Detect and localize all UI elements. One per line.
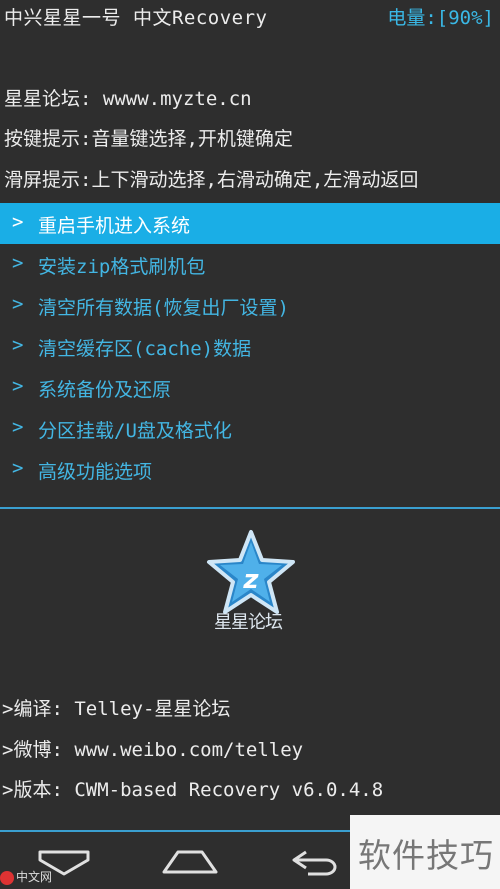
compiler-info: >编译: Telley-星星论坛 [2, 698, 231, 720]
menu-item-install-zip[interactable]: > 安装zip格式刷机包 [0, 244, 500, 285]
watermark-badge-icon [0, 870, 14, 885]
menu-arrow: > [12, 375, 24, 397]
menu-item-label: 高级功能选项 [38, 461, 153, 483]
battery-level: 电量:[90%] [387, 7, 494, 29]
menu-arrow: > [12, 416, 24, 438]
svg-text:z: z [242, 565, 259, 595]
watermark: 软件技巧 [350, 815, 500, 889]
menu-arrow: > [12, 252, 24, 274]
watermark-small: 中文网 [0, 868, 52, 885]
recovery-title: 中兴星星一号 中文Recovery [4, 7, 268, 29]
status-bar: 中兴星星一号 中文Recovery 电量:[90%] [0, 0, 500, 29]
menu-item-label: 清空缓存区(cache)数据 [38, 338, 252, 360]
logo-text: 星星论坛 [214, 612, 283, 633]
menu-arrow: > [12, 334, 24, 356]
menu-item-mounts-storage[interactable]: > 分区挂载/U盘及格式化 [0, 408, 500, 449]
menu-item-backup-restore[interactable]: > 系统备份及还原 [0, 367, 500, 408]
swipe-hint: 滑屏提示:上下滑动选择,右滑动确定,左滑动返回 [4, 169, 419, 191]
menu-item-label: 系统备份及还原 [38, 379, 172, 401]
home-icon[interactable] [160, 846, 220, 878]
key-hint: 按键提示:音量键选择,开机键确定 [4, 128, 293, 150]
divider [0, 507, 500, 509]
menu-item-label: 分区挂载/U盘及格式化 [38, 420, 232, 442]
forum-info: 星星论坛: wwww.myzte.cn [4, 88, 252, 110]
menu-item-wipe-data[interactable]: > 清空所有数据(恢复出厂设置) [0, 285, 500, 326]
menu-item-label: 安装zip格式刷机包 [38, 256, 206, 278]
menu-item-advanced[interactable]: > 高级功能选项 [0, 449, 500, 490]
return-icon[interactable] [286, 846, 346, 878]
menu-item-label: 重启手机进入系统 [38, 215, 191, 237]
menu-item-label: 清空所有数据(恢复出厂设置) [38, 297, 289, 319]
watermark-small-text: 中文网 [16, 870, 53, 884]
watermark-text: 软件技巧 [358, 836, 494, 875]
menu-arrow: > [12, 211, 24, 233]
recovery-menu: > 重启手机进入系统 > 安装zip格式刷机包 > 清空所有数据(恢复出厂设置)… [0, 203, 500, 490]
menu-item-reboot-system[interactable]: > 重启手机进入系统 [0, 203, 500, 244]
version-info: >版本: CWM-based Recovery v6.0.4.8 [2, 779, 384, 801]
menu-arrow: > [12, 457, 24, 479]
menu-arrow: > [12, 293, 24, 315]
weibo-info: >微博: www.weibo.com/telley [2, 739, 304, 761]
menu-item-wipe-cache[interactable]: > 清空缓存区(cache)数据 [0, 326, 500, 367]
